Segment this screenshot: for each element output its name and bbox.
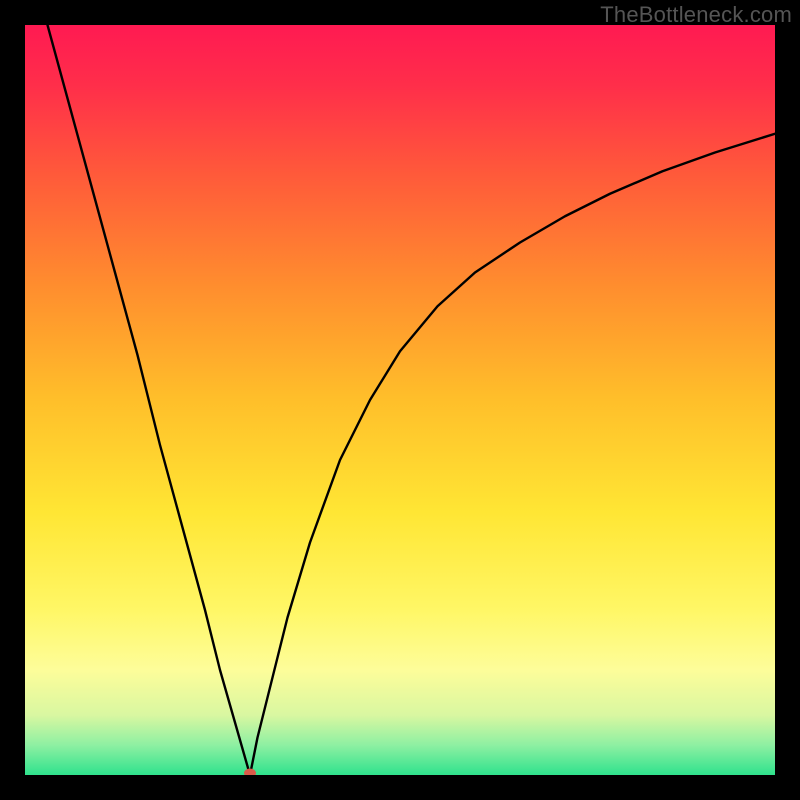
bottleneck-chart xyxy=(25,25,775,775)
chart-frame: TheBottleneck.com xyxy=(0,0,800,800)
plot-area xyxy=(25,25,775,775)
gradient-background xyxy=(25,25,775,775)
